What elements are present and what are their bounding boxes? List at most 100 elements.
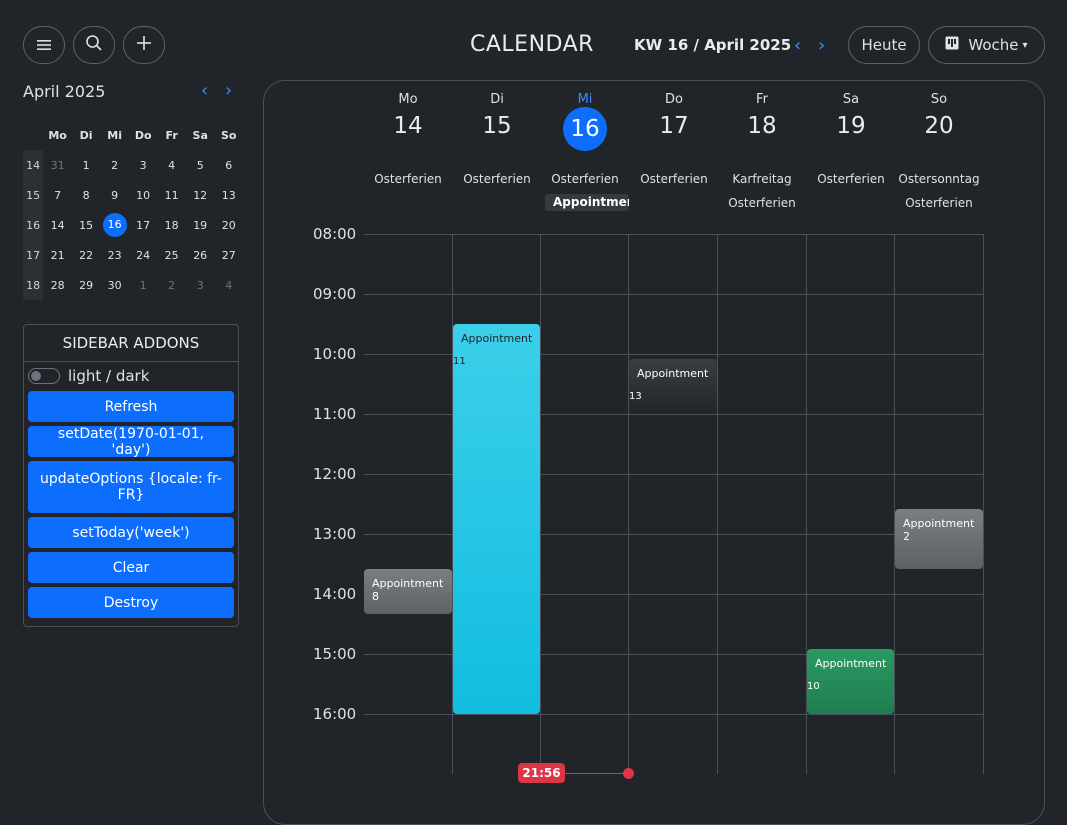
next-week-button[interactable]: ›: [818, 35, 825, 56]
day-header-sa[interactable]: Sa 19: [807, 92, 895, 139]
mini-day[interactable]: 3: [129, 150, 158, 180]
mini-day[interactable]: 29: [72, 270, 101, 300]
week-number[interactable]: 14: [23, 150, 44, 180]
hour-label: 13:00: [313, 525, 357, 543]
day-header-mi[interactable]: Mi 16: [541, 92, 629, 151]
mini-day[interactable]: 14: [43, 210, 72, 240]
allday-event[interactable]: Osterferien: [895, 196, 983, 210]
mini-day[interactable]: 26: [186, 240, 215, 270]
week-number[interactable]: 17: [23, 240, 44, 270]
allday-event[interactable]: Osterferien: [718, 196, 806, 210]
mini-day[interactable]: 8: [72, 180, 101, 210]
clear-button[interactable]: Clear: [28, 552, 234, 583]
mini-day[interactable]: 31: [43, 150, 72, 180]
day-number: 14: [393, 113, 423, 139]
hour-label: 16:00: [313, 705, 357, 723]
hour-label: 15:00: [313, 645, 357, 663]
mini-day[interactable]: 4: [157, 150, 186, 180]
mini-day[interactable]: 10: [129, 180, 158, 210]
mini-day[interactable]: 15: [72, 210, 101, 240]
search-button[interactable]: [73, 26, 115, 64]
view-dropdown[interactable]: Woche ▾: [928, 26, 1045, 64]
page-title: CALENDAR: [470, 32, 594, 57]
mini-day[interactable]: 1: [72, 150, 101, 180]
mini-day[interactable]: 28: [43, 270, 72, 300]
mini-day-today[interactable]: 16: [100, 210, 129, 240]
day-divider: [894, 234, 895, 774]
mini-day[interactable]: 27: [214, 240, 243, 270]
mini-next-button[interactable]: ›: [225, 80, 232, 101]
weekday-header: Di: [79, 128, 93, 142]
addons-title: SIDEBAR ADDONS: [24, 325, 238, 362]
prev-week-button[interactable]: ‹: [794, 35, 801, 56]
day-header-mo[interactable]: Mo 14: [364, 92, 452, 139]
mini-day[interactable]: 2: [157, 270, 186, 300]
theme-toggle-row: light / dark: [28, 367, 149, 385]
mini-day[interactable]: 3: [186, 270, 215, 300]
day-name: Mi: [577, 92, 593, 107]
mini-day[interactable]: 17: [129, 210, 158, 240]
mini-prev-button[interactable]: ‹: [201, 80, 208, 101]
hour-label: 14:00: [313, 585, 357, 603]
mini-day[interactable]: 20: [214, 210, 243, 240]
mini-day[interactable]: 2: [100, 150, 129, 180]
week-number[interactable]: 16: [23, 210, 44, 240]
week-label: KW 16 / April 2025: [634, 36, 792, 54]
allday-event[interactable]: Osterferien: [630, 172, 718, 186]
mini-day[interactable]: 9: [100, 180, 129, 210]
day-header-di[interactable]: Di 15: [453, 92, 541, 139]
mini-day[interactable]: 24: [129, 240, 158, 270]
mini-day[interactable]: 23: [100, 240, 129, 270]
allday-event[interactable]: Osterferien: [807, 172, 895, 186]
allday-event[interactable]: Osterferien: [364, 172, 452, 186]
search-icon: [85, 34, 103, 56]
weekday-header: Fr: [165, 128, 178, 142]
mini-day[interactable]: 4: [214, 270, 243, 300]
mini-day[interactable]: 7: [43, 180, 72, 210]
allday-event[interactable]: Karfreitag: [718, 172, 806, 186]
mini-day[interactable]: 18: [157, 210, 186, 240]
day-number: 15: [482, 113, 512, 139]
day-name: Fr: [756, 92, 768, 107]
event-appointment-10[interactable]: Appointment 10: [807, 649, 894, 714]
day-header-fr[interactable]: Fr 18: [718, 92, 806, 139]
day-divider: [540, 234, 541, 774]
sidebar-addons-panel: SIDEBAR ADDONS light / dark Refresh setD…: [23, 324, 239, 627]
hamburger-icon: [37, 36, 51, 55]
day-header-do[interactable]: Do 17: [630, 92, 718, 139]
mini-day[interactable]: 11: [157, 180, 186, 210]
allday-event[interactable]: Osterferien: [541, 172, 629, 186]
refresh-button[interactable]: Refresh: [28, 391, 234, 422]
mini-day[interactable]: 13: [214, 180, 243, 210]
event-appointment-2[interactable]: Appointment 2: [895, 509, 983, 569]
event-appointment-13[interactable]: Appointment 13: [629, 359, 717, 414]
menu-button[interactable]: [23, 26, 65, 64]
day-header-so[interactable]: So 20: [895, 92, 983, 139]
allday-appointment[interactable]: Appointment: [545, 194, 629, 211]
week-number[interactable]: 15: [23, 180, 44, 210]
week-number[interactable]: 18: [23, 270, 44, 300]
day-divider: [983, 234, 984, 774]
mini-day[interactable]: 6: [214, 150, 243, 180]
mini-day[interactable]: 5: [186, 150, 215, 180]
theme-toggle-switch[interactable]: [28, 368, 60, 384]
mini-day[interactable]: 30: [100, 270, 129, 300]
mini-day[interactable]: 22: [72, 240, 101, 270]
set-today-button[interactable]: setToday('week'): [28, 517, 234, 548]
allday-event[interactable]: Ostersonntag: [895, 172, 983, 186]
today-button[interactable]: Heute: [848, 26, 920, 64]
set-date-button[interactable]: setDate(1970-01-01, 'day'): [28, 426, 234, 458]
add-button[interactable]: [123, 26, 165, 64]
mini-day[interactable]: 12: [186, 180, 215, 210]
mini-day[interactable]: 1: [129, 270, 158, 300]
event-number: 11: [453, 356, 466, 367]
destroy-button[interactable]: Destroy: [28, 587, 234, 618]
allday-event[interactable]: Osterferien: [453, 172, 541, 186]
mini-day[interactable]: 19: [186, 210, 215, 240]
event-appointment-8[interactable]: Appointment 8: [364, 569, 452, 614]
mini-day[interactable]: 25: [157, 240, 186, 270]
event-appointment-11[interactable]: Appointment 11: [453, 324, 540, 714]
update-options-button[interactable]: updateOptions {locale: fr-FR}: [28, 461, 234, 513]
mini-day[interactable]: 21: [43, 240, 72, 270]
event-title: Appointment: [461, 332, 533, 345]
